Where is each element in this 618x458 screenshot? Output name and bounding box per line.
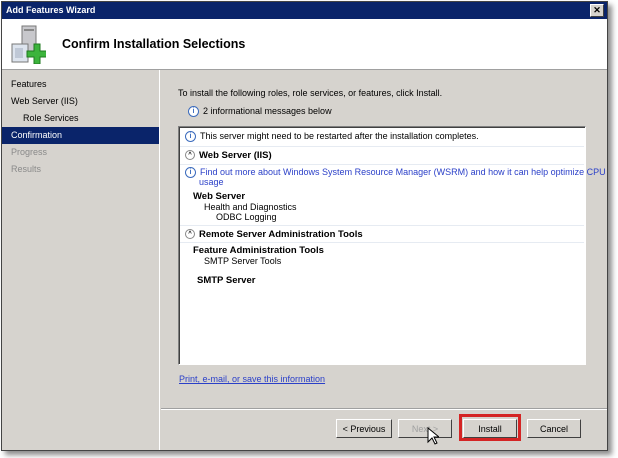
wizard-nav: Features Web Server (IIS) Role Services … — [2, 70, 160, 450]
divider — [180, 242, 584, 243]
section-rsat[interactable]: ^ Remote Server Administration Tools — [185, 229, 363, 240]
cancel-button[interactable]: Cancel — [527, 419, 581, 438]
wizard-window: Add Features Wizard ✕ Confirm Installati… — [1, 1, 608, 451]
page-title: Confirm Installation Selections — [62, 37, 246, 51]
item-health: Health and Diagnostics — [204, 202, 297, 212]
instruction-text: To install the following roles, role ser… — [178, 88, 443, 98]
title-bar: Add Features Wizard ✕ — [2, 2, 607, 19]
collapse-icon[interactable]: ^ — [185, 150, 195, 161]
info-count: i 2 informational messages below — [188, 106, 332, 118]
restart-text: This server might need to be restarted a… — [200, 131, 479, 141]
wsrm-link-cont[interactable]: usage — [199, 177, 224, 187]
item-smtp-tools: SMTP Server Tools — [204, 256, 282, 266]
button-bar: < Previous Next > Install Cancel — [161, 408, 607, 450]
restart-message: i This server might need to be restarted … — [185, 131, 479, 143]
info-icon: i — [188, 106, 199, 118]
wsrm-link[interactable]: Find out more about Windows System Resou… — [200, 167, 606, 177]
content-area: To install the following roles, role ser… — [161, 70, 607, 407]
collapse-icon[interactable]: ^ — [185, 229, 195, 240]
selections-list[interactable]: i This server might need to be restarted … — [178, 126, 606, 365]
cursor-icon — [427, 427, 439, 445]
nav-item-role-services[interactable]: Role Services — [2, 110, 159, 127]
item-smtp-server: SMTP Server — [197, 275, 256, 286]
info-count-text: 2 informational messages below — [203, 106, 332, 116]
section-web-server[interactable]: ^ Web Server (IIS) — [185, 150, 272, 161]
install-button[interactable]: Install — [463, 419, 517, 438]
nav-item-features[interactable]: Features — [2, 76, 159, 93]
divider — [180, 164, 584, 165]
nav-item-progress: Progress — [11, 147, 48, 157]
wizard-header: Confirm Installation Selections — [2, 19, 607, 70]
item-odbc: ODBC Logging — [216, 212, 277, 222]
previous-button[interactable]: < Previous — [336, 419, 392, 438]
info-icon: i — [185, 131, 196, 143]
server-add-icon — [11, 25, 46, 64]
wsrm-info: i Find out more about Windows System Reso… — [185, 167, 606, 179]
divider — [180, 146, 584, 147]
print-link[interactable]: Print, e-mail, or save this information — [179, 374, 325, 384]
nav-item-web-server[interactable]: Web Server (IIS) — [2, 93, 159, 110]
next-button: Next > — [398, 419, 452, 438]
section-title: Remote Server Administration Tools — [199, 229, 363, 240]
item-fat: Feature Administration Tools — [193, 245, 324, 256]
divider — [180, 225, 584, 226]
info-icon: i — [185, 167, 196, 179]
window-title: Add Features Wizard — [6, 5, 96, 15]
section-title: Web Server (IIS) — [199, 150, 272, 161]
nav-item-results: Results — [11, 164, 42, 174]
nav-item-confirmation[interactable]: Confirmation — [2, 127, 159, 144]
item-web-server: Web Server — [193, 191, 246, 202]
close-button[interactable]: ✕ — [590, 4, 604, 17]
